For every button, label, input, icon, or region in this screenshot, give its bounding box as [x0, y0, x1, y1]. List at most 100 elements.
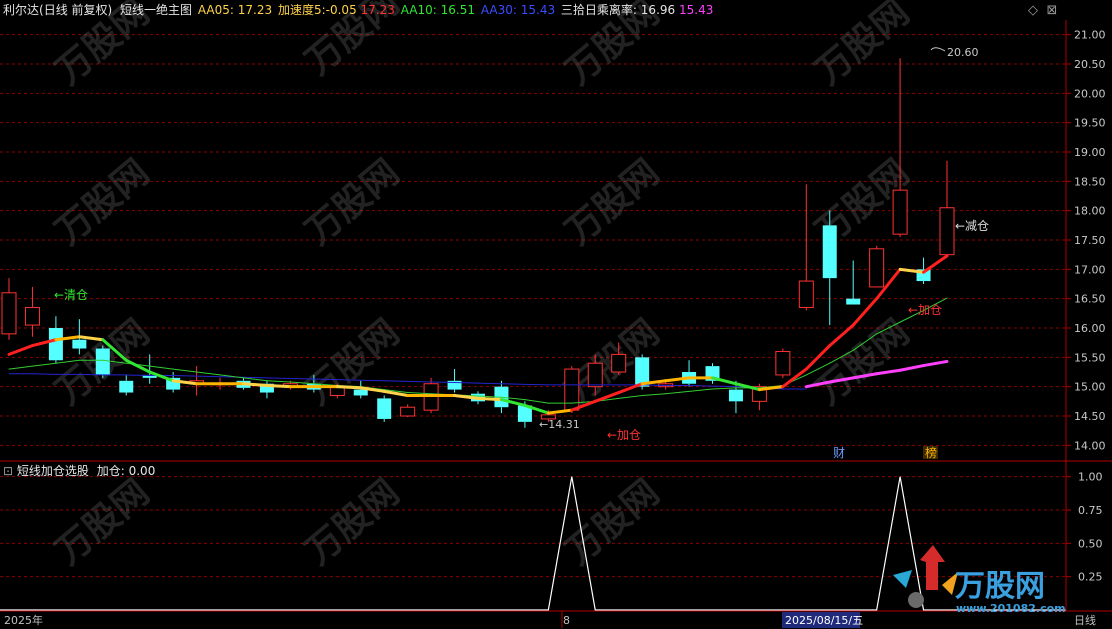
- svg-text:万股网: 万股网: [298, 472, 407, 573]
- sub-indicator-name[interactable]: 短线加仓选股: [17, 464, 89, 478]
- date-axis-year: 2025年: [4, 613, 43, 627]
- sub-panel-grid: [0, 476, 1066, 578]
- candle: [822, 210, 837, 326]
- period-label-top: (日线 前复权): [39, 3, 113, 17]
- svg-text:万股网: 万股网: [48, 152, 157, 253]
- ranking-badge[interactable]: 榜: [925, 445, 937, 460]
- candle: [705, 363, 720, 384]
- ma-dark-line: [430, 381, 456, 384]
- ma-dark-line: [289, 377, 315, 380]
- aa05-value: 17.23: [237, 3, 273, 17]
- period-label[interactable]: 日线: [1074, 613, 1096, 627]
- aa05-label: AA05:: [197, 3, 234, 17]
- settings-icon[interactable]: ◇: [1026, 4, 1040, 18]
- sub-info-bar: ⊡ 短线加仓选股 加仓: 0.00: [3, 463, 155, 479]
- y-tick-label: 19.50: [1074, 117, 1106, 130]
- y-tick-label: 0.25: [1078, 571, 1103, 584]
- ma-dark-line: [712, 385, 737, 388]
- watermark-tile: 万股网: [808, 0, 917, 93]
- aa05-line: [242, 382, 269, 387]
- cursor-date: 2025/08/15/五: [785, 614, 863, 627]
- collapse-icon[interactable]: ⊡: [3, 464, 13, 478]
- svg-text:万股网: 万股网: [558, 152, 667, 253]
- ma-dark-line: [336, 379, 362, 381]
- svg-text:万股网: 万股网: [298, 312, 407, 413]
- y-tick-label: 17.00: [1074, 263, 1106, 276]
- aa05-line: [7, 344, 34, 356]
- main-panel-grid: [0, 34, 1066, 446]
- ma-dark-line: [172, 375, 198, 377]
- aa10-line: [172, 368, 198, 373]
- ma-dark-line: [125, 374, 151, 377]
- candle: [564, 366, 580, 414]
- candle: [189, 366, 205, 396]
- ma-dark-line: [360, 379, 385, 382]
- y-tick-label: 16.00: [1074, 322, 1106, 335]
- indicator-name[interactable]: 短线一绝主图: [120, 3, 192, 17]
- watermark-tile: 万股网: [558, 152, 667, 253]
- high-price-marker: [930, 47, 946, 52]
- aa05-line: [546, 408, 574, 415]
- clear-position-label: ←清仓: [54, 288, 88, 302]
- aa10-line: [266, 380, 291, 383]
- brand-logo: 万股网 www.201082.com: [893, 545, 1066, 615]
- date-axis-month: 8: [563, 614, 570, 627]
- finance-badge[interactable]: 财: [833, 446, 845, 460]
- candle: [400, 404, 416, 418]
- watermark-tile: 万股网: [298, 472, 407, 573]
- aa10-line: [665, 390, 690, 395]
- y-tick-label: 1.00: [1078, 471, 1103, 484]
- y-tick-label: 15.00: [1074, 381, 1106, 394]
- ma-dark-line: [313, 378, 338, 381]
- sub-indicator-value: 0.00: [128, 464, 156, 478]
- svg-text:万股网: 万股网: [48, 472, 157, 573]
- sub-y-axis-ticks: 0.25 0.50 0.75 1.00: [1066, 471, 1103, 584]
- aa10-line: [712, 387, 737, 390]
- y-tick-label: 15.50: [1074, 351, 1106, 364]
- candle: [846, 260, 861, 305]
- svg-text:万股网: 万股网: [808, 0, 917, 93]
- y-tick-label: 20.00: [1074, 87, 1106, 100]
- main-info-bar: 利尔达(日线 前复权) 短线一绝主图 AA05: 17.23 加速度5:-0.0…: [3, 2, 713, 18]
- aa05-line: [335, 385, 363, 390]
- candle: [119, 374, 134, 396]
- ma-dark-line: [78, 373, 104, 376]
- aa10-label: AA10:: [400, 3, 437, 17]
- watermark-tile: 万股网: [298, 312, 407, 413]
- main-y-axis-ticks: 14.00 14.50 15.00 15.50 16.00 16.50 17.00 17.50…: [1066, 29, 1106, 452]
- ma-dark-line: [407, 380, 432, 383]
- svg-text:万股网: 万股网: [808, 312, 917, 413]
- y-tick-label: 20.50: [1074, 58, 1106, 71]
- y-tick-label: 0.75: [1078, 504, 1103, 517]
- y-tick-label: 16.50: [1074, 293, 1106, 306]
- candle: [95, 345, 110, 378]
- ma-dark-line: [524, 383, 549, 386]
- aa05-line: [265, 383, 292, 389]
- aa10-line: [618, 394, 643, 399]
- candle: [775, 348, 791, 378]
- candle: [939, 160, 955, 258]
- sub-indicator-label: 加仓:: [96, 464, 125, 478]
- aa10-line: [196, 371, 221, 376]
- stock-name[interactable]: 利尔达: [3, 3, 39, 17]
- aa10-value: 16.51: [440, 3, 475, 17]
- ma-dark-line: [31, 373, 57, 375]
- ma-dark-line: [688, 384, 713, 387]
- y-tick-label: 18.00: [1074, 205, 1106, 218]
- y-tick-label: 17.50: [1074, 234, 1106, 247]
- ma-dark-line: [266, 377, 291, 379]
- watermark-tile: 万股网: [808, 312, 917, 413]
- candle: [682, 360, 697, 387]
- aa30-value: 15.43: [520, 3, 556, 17]
- aa10-line: [641, 393, 667, 396]
- close-icon[interactable]: ⊠: [1045, 4, 1059, 18]
- ma-dark-line: [641, 384, 667, 386]
- svg-text:万股网: 万股网: [558, 472, 667, 573]
- add-position-label-2: ←加仓: [607, 428, 641, 442]
- reduce-position-label: ←减仓: [955, 219, 989, 233]
- watermark-tile: 万股网: [48, 472, 157, 573]
- aa10-line: [243, 377, 268, 382]
- aa10-line: [31, 362, 57, 367]
- aa10-line: [8, 365, 33, 370]
- aa30-line: [898, 364, 926, 372]
